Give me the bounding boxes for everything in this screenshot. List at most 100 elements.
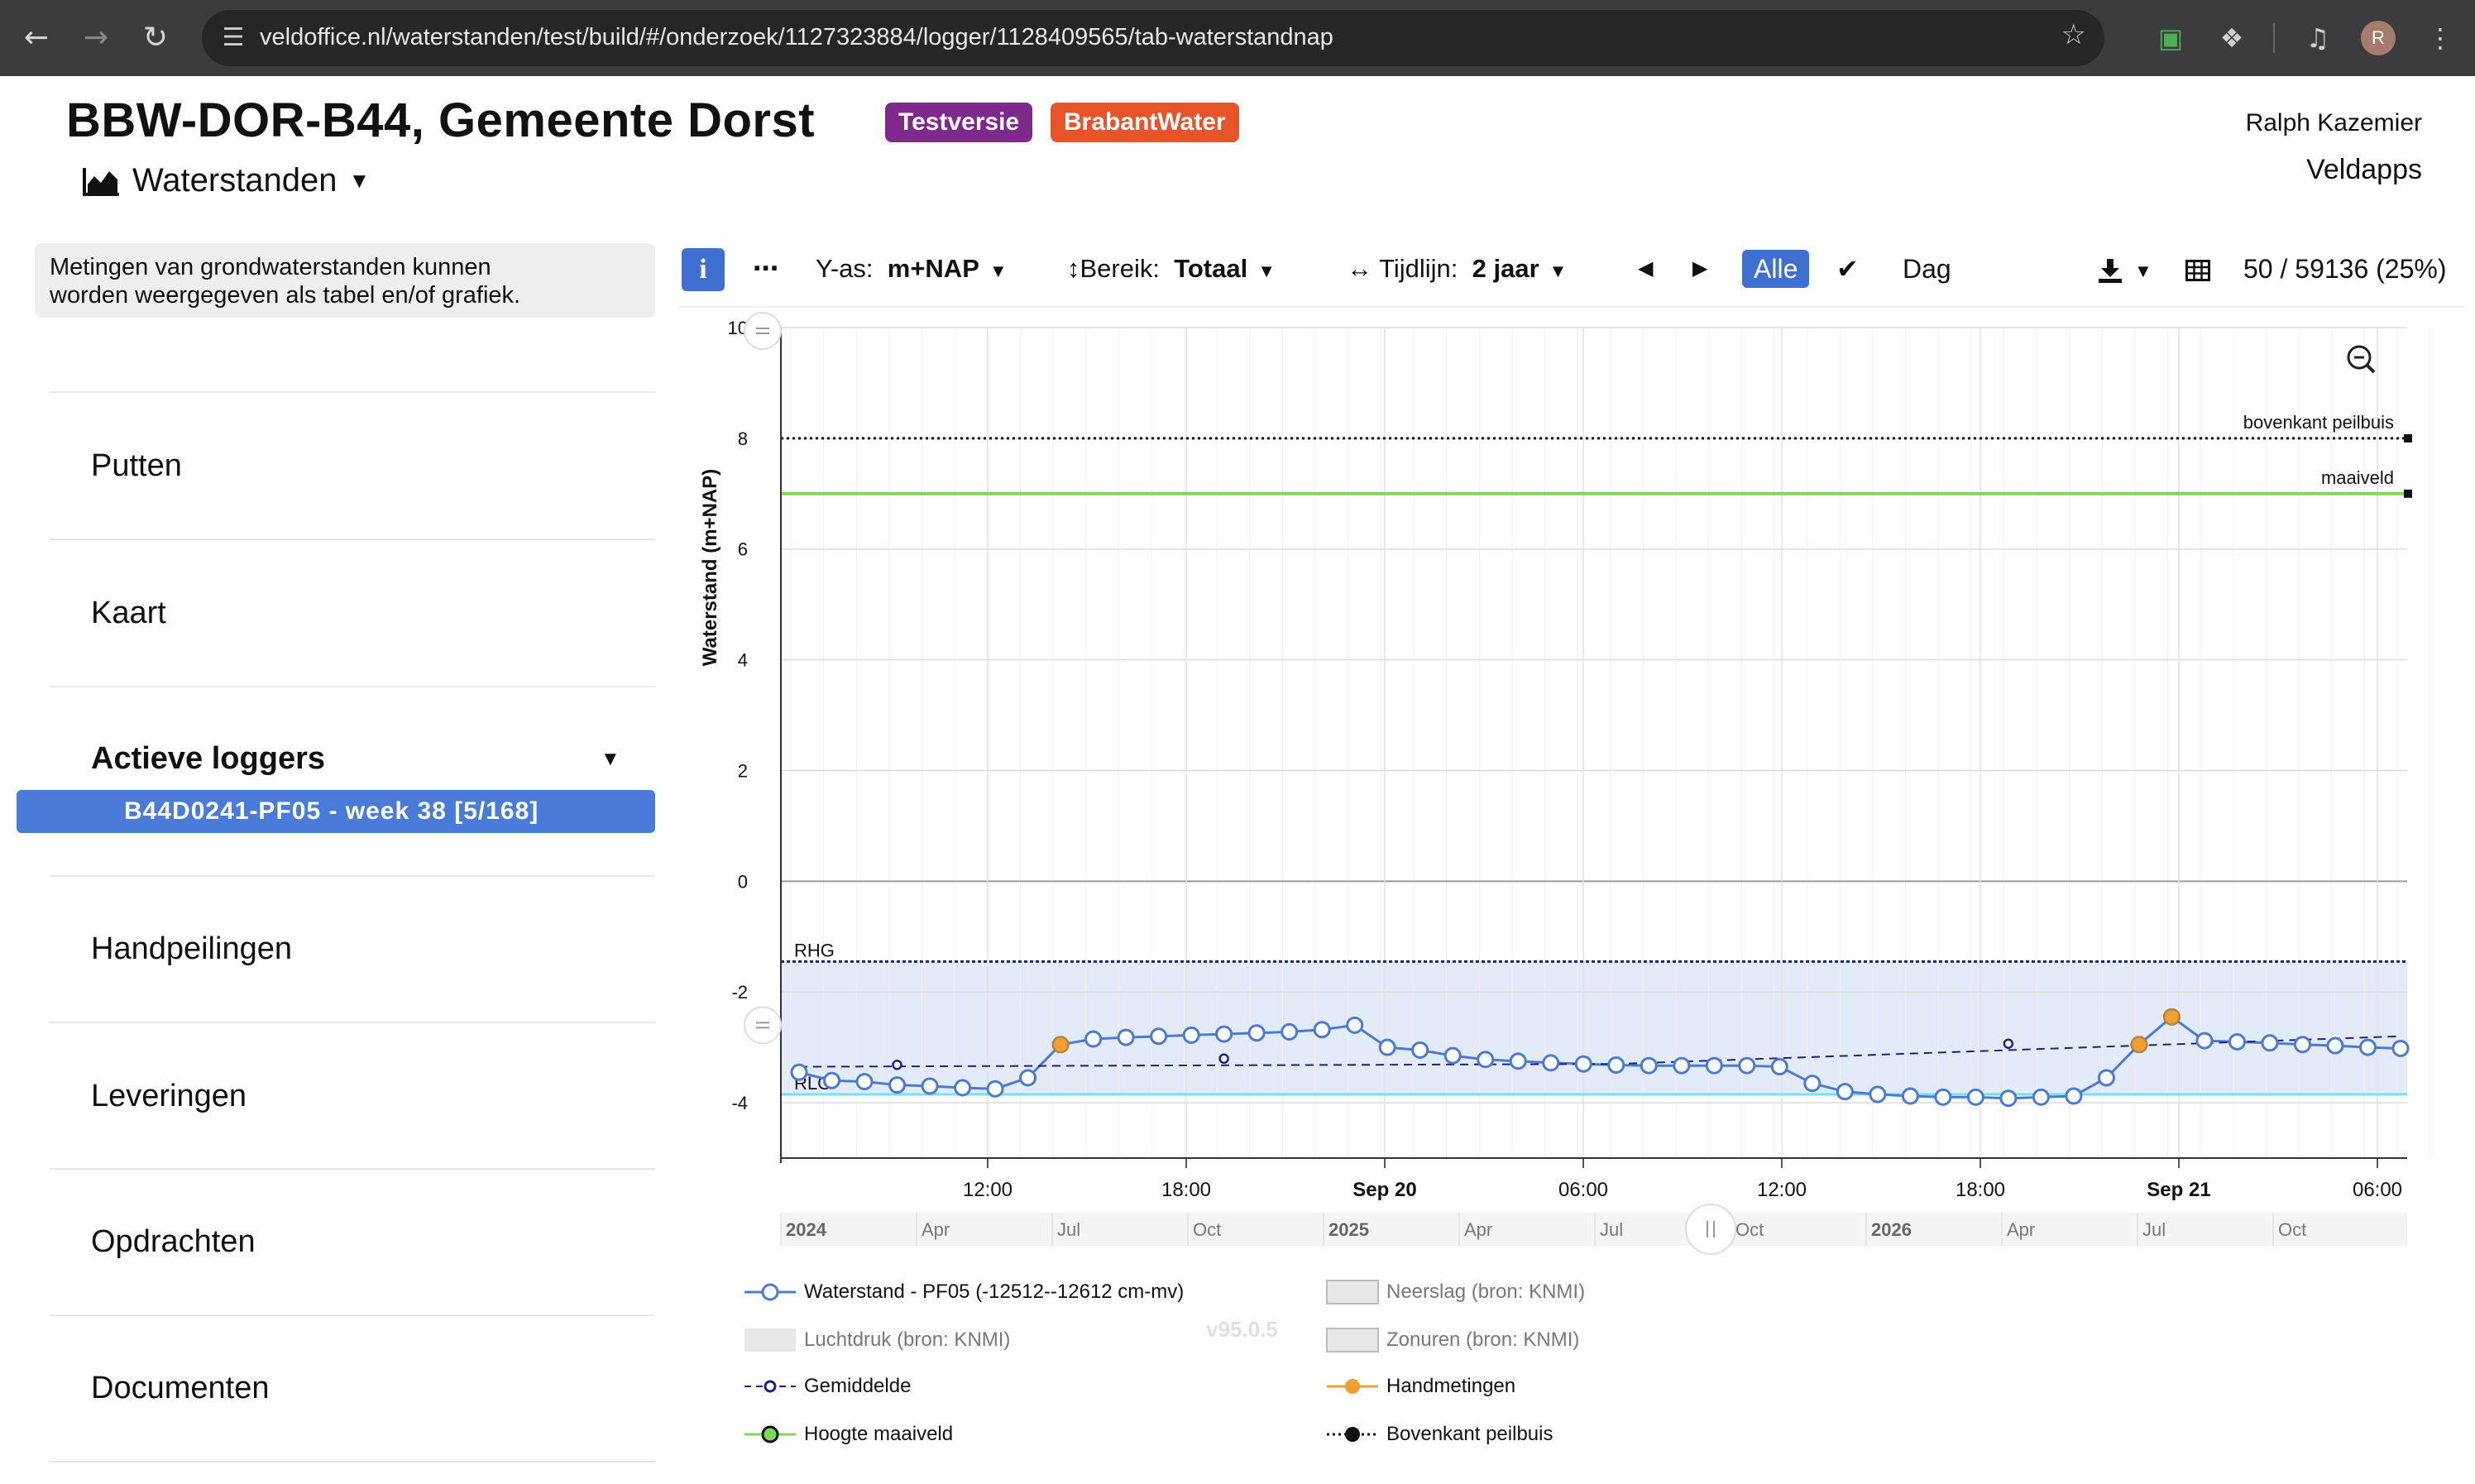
- range-value: Totaal: [1174, 254, 1248, 283]
- table-view-button[interactable]: [2185, 243, 2210, 294]
- reference-line-marker: [2404, 433, 2412, 443]
- y-tick-label: 0: [738, 871, 748, 892]
- active-logger-item[interactable]: B44D0241-PF05 - week 38 [5/168]: [17, 790, 655, 833]
- menu-kebab-icon[interactable]: ⋮: [2420, 18, 2460, 58]
- info-button[interactable]: i: [682, 248, 725, 291]
- screenshot-extension-icon[interactable]: ▣: [2151, 18, 2190, 58]
- gemiddelde-point: [1218, 1053, 1229, 1065]
- next-icon[interactable]: ▶: [1692, 243, 1707, 294]
- sidebar-item-kaart[interactable]: Kaart: [91, 596, 166, 631]
- waterstand-point: [1378, 1038, 1396, 1056]
- legend-item-luchtdruk[interactable]: Luchtdruk (bron: KNMI): [743, 1327, 1010, 1352]
- chevron-down-icon[interactable]: ▼: [601, 748, 620, 771]
- legend-item-gemiddelde[interactable]: Gemiddelde: [743, 1373, 911, 1398]
- sidebar-item-handpeilingen[interactable]: Handpeilingen: [91, 931, 292, 967]
- divider: [50, 686, 655, 687]
- all-button[interactable]: Alle: [1742, 250, 1810, 288]
- range-selector[interactable]: ↕Bereik: Totaal ▼: [1067, 243, 1276, 294]
- download-icon: [2099, 258, 2122, 283]
- address-bar[interactable]: ☰ veldoffice.nl/waterstanden/test/build/…: [202, 10, 2104, 66]
- x-tick-label: 06:00: [1558, 1179, 1608, 1201]
- waterstand-point: [2358, 1038, 2377, 1056]
- navigator-label: 2026: [1871, 1219, 1912, 1240]
- waterstand-point: [954, 1079, 972, 1097]
- sidebar-item-actieve-loggers[interactable]: Actieve loggers: [91, 741, 325, 777]
- legend-item-waterstand[interactable]: Waterstand - PF05 (-12512--12612 cm-mv): [743, 1279, 1184, 1304]
- day-button[interactable]: Dag: [1903, 243, 1951, 294]
- test-version-badge: Testversie: [885, 103, 1033, 142]
- waterstand-point: [1313, 1021, 1331, 1039]
- y-axis-value: m+NAP: [887, 254, 979, 283]
- media-icon[interactable]: ♫: [2298, 18, 2338, 58]
- handmeting-point: [1052, 1036, 1070, 1053]
- waterstand-point: [1215, 1025, 1233, 1043]
- more-options-icon[interactable]: ⋯: [753, 243, 778, 294]
- waterstand-point: [1542, 1054, 1560, 1072]
- waterstand-point: [1443, 1046, 1462, 1065]
- waterstand-point: [855, 1073, 874, 1091]
- y-axis-label: Y-as:: [816, 254, 874, 283]
- record-count: 50 / 59136 (25%): [2243, 254, 2447, 284]
- waterstand-point: [1477, 1051, 1495, 1069]
- site-settings-icon[interactable]: ☰: [215, 20, 251, 56]
- user-name[interactable]: Ralph Kazemier: [2246, 109, 2422, 137]
- navigator-label: Oct: [1193, 1219, 1221, 1240]
- org-name[interactable]: Veldapps: [2306, 154, 2422, 186]
- extensions-icon[interactable]: ❖: [2212, 18, 2252, 58]
- waterstand-point: [2391, 1039, 2410, 1057]
- legend-item-hoogte-maaiveld[interactable]: Hoogte maaiveld: [743, 1421, 953, 1446]
- forward-icon[interactable]: →: [78, 20, 114, 56]
- legend-item-handmetingen[interactable]: Handmetingen: [1325, 1373, 1515, 1398]
- legend-bar-icon: [1326, 1327, 1379, 1352]
- download-menu[interactable]: ▼: [2096, 243, 2152, 294]
- legend-line-circle-icon: [744, 1283, 796, 1301]
- legend-bar-icon: [1326, 1279, 1379, 1304]
- info-text-line-1: Metingen van grondwaterstanden kunnen: [50, 254, 491, 280]
- timeline-selector[interactable]: ↔ Tijdlijn: 2 jaar ▼: [1347, 243, 1567, 294]
- zoom-out-icon[interactable]: [2347, 345, 2376, 374]
- divider: [50, 391, 655, 393]
- waterstand-point: [1901, 1087, 1919, 1105]
- legend-label: Waterstand - PF05 (-12512--12612 cm-mv): [804, 1280, 1185, 1303]
- range-label: Bereik:: [1080, 254, 1160, 283]
- waterstand-point: [823, 1071, 841, 1089]
- chart-toolbar: i ⋯ Y-as: m+NAP ▼ ↕Bereik: Totaal ▼ ↔ Tijd…: [678, 243, 2465, 294]
- reference-line-label: bovenkant peilbuis: [2243, 412, 2394, 433]
- waterstand-point: [2032, 1088, 2050, 1106]
- waterstand-chart[interactable]: bovenkant peilbuismaaiveldRHGRLG 1086420…: [672, 311, 2475, 1262]
- legend-item-neerslag[interactable]: Neerslag (bron: KNMI): [1325, 1279, 1585, 1304]
- sidebar-item-putten[interactable]: Putten: [91, 448, 182, 484]
- legend-item-zonuren[interactable]: Zonuren (bron: KNMI): [1325, 1327, 1579, 1352]
- reference-line-label: maaiveld: [2321, 467, 2394, 488]
- sidebar-item-documenten[interactable]: Documenten: [91, 1371, 269, 1406]
- chevron-down-icon: ▼: [1549, 261, 1568, 281]
- waterstand-point: [888, 1076, 907, 1094]
- area-chart-icon: [83, 167, 119, 196]
- page-title: BBW-DOR-B44, Gemeente Dorst: [66, 93, 816, 147]
- waterstand-point: [1182, 1026, 1200, 1044]
- back-icon[interactable]: ←: [18, 20, 55, 56]
- y-axis-bottom-handle: [744, 1006, 782, 1045]
- previous-icon[interactable]: ◀: [1638, 243, 1653, 294]
- reload-icon[interactable]: ↻: [137, 20, 174, 56]
- checkmark-icon[interactable]: ✔: [1836, 243, 1859, 294]
- navigator-label: 2024: [786, 1219, 827, 1240]
- sidebar-item-opdrachten[interactable]: Opdrachten: [91, 1224, 256, 1260]
- legend-label: Handmetingen: [1386, 1374, 1516, 1397]
- url-text[interactable]: veldoffice.nl/waterstanden/test/build/#/…: [260, 24, 1333, 51]
- y-axis-selector[interactable]: Y-as: m+NAP ▼: [816, 243, 1008, 294]
- waterstand-point: [2293, 1036, 2311, 1054]
- legend-item-bovenkant-peilbuis[interactable]: Bovenkant peilbuis: [1325, 1421, 1553, 1446]
- bookmark-star-icon[interactable]: ☆: [2061, 18, 2086, 51]
- sidebar-item-leveringen[interactable]: Leveringen: [91, 1079, 247, 1114]
- y-axis-top-handle: [744, 312, 782, 350]
- waterstand-point: [2228, 1032, 2246, 1051]
- x-tick-label: 18:00: [1956, 1179, 2005, 1201]
- reference-line-marker: [2404, 489, 2412, 498]
- waterstand-point: [1150, 1027, 1168, 1046]
- legend-label: Neerslag (bron: KNMI): [1386, 1280, 1586, 1303]
- reference-line-label: RHG: [794, 940, 835, 960]
- profile-avatar[interactable]: R: [2361, 21, 2396, 55]
- y-tick-label: 8: [738, 428, 748, 449]
- view-selector[interactable]: Waterstanden ▼: [83, 162, 370, 199]
